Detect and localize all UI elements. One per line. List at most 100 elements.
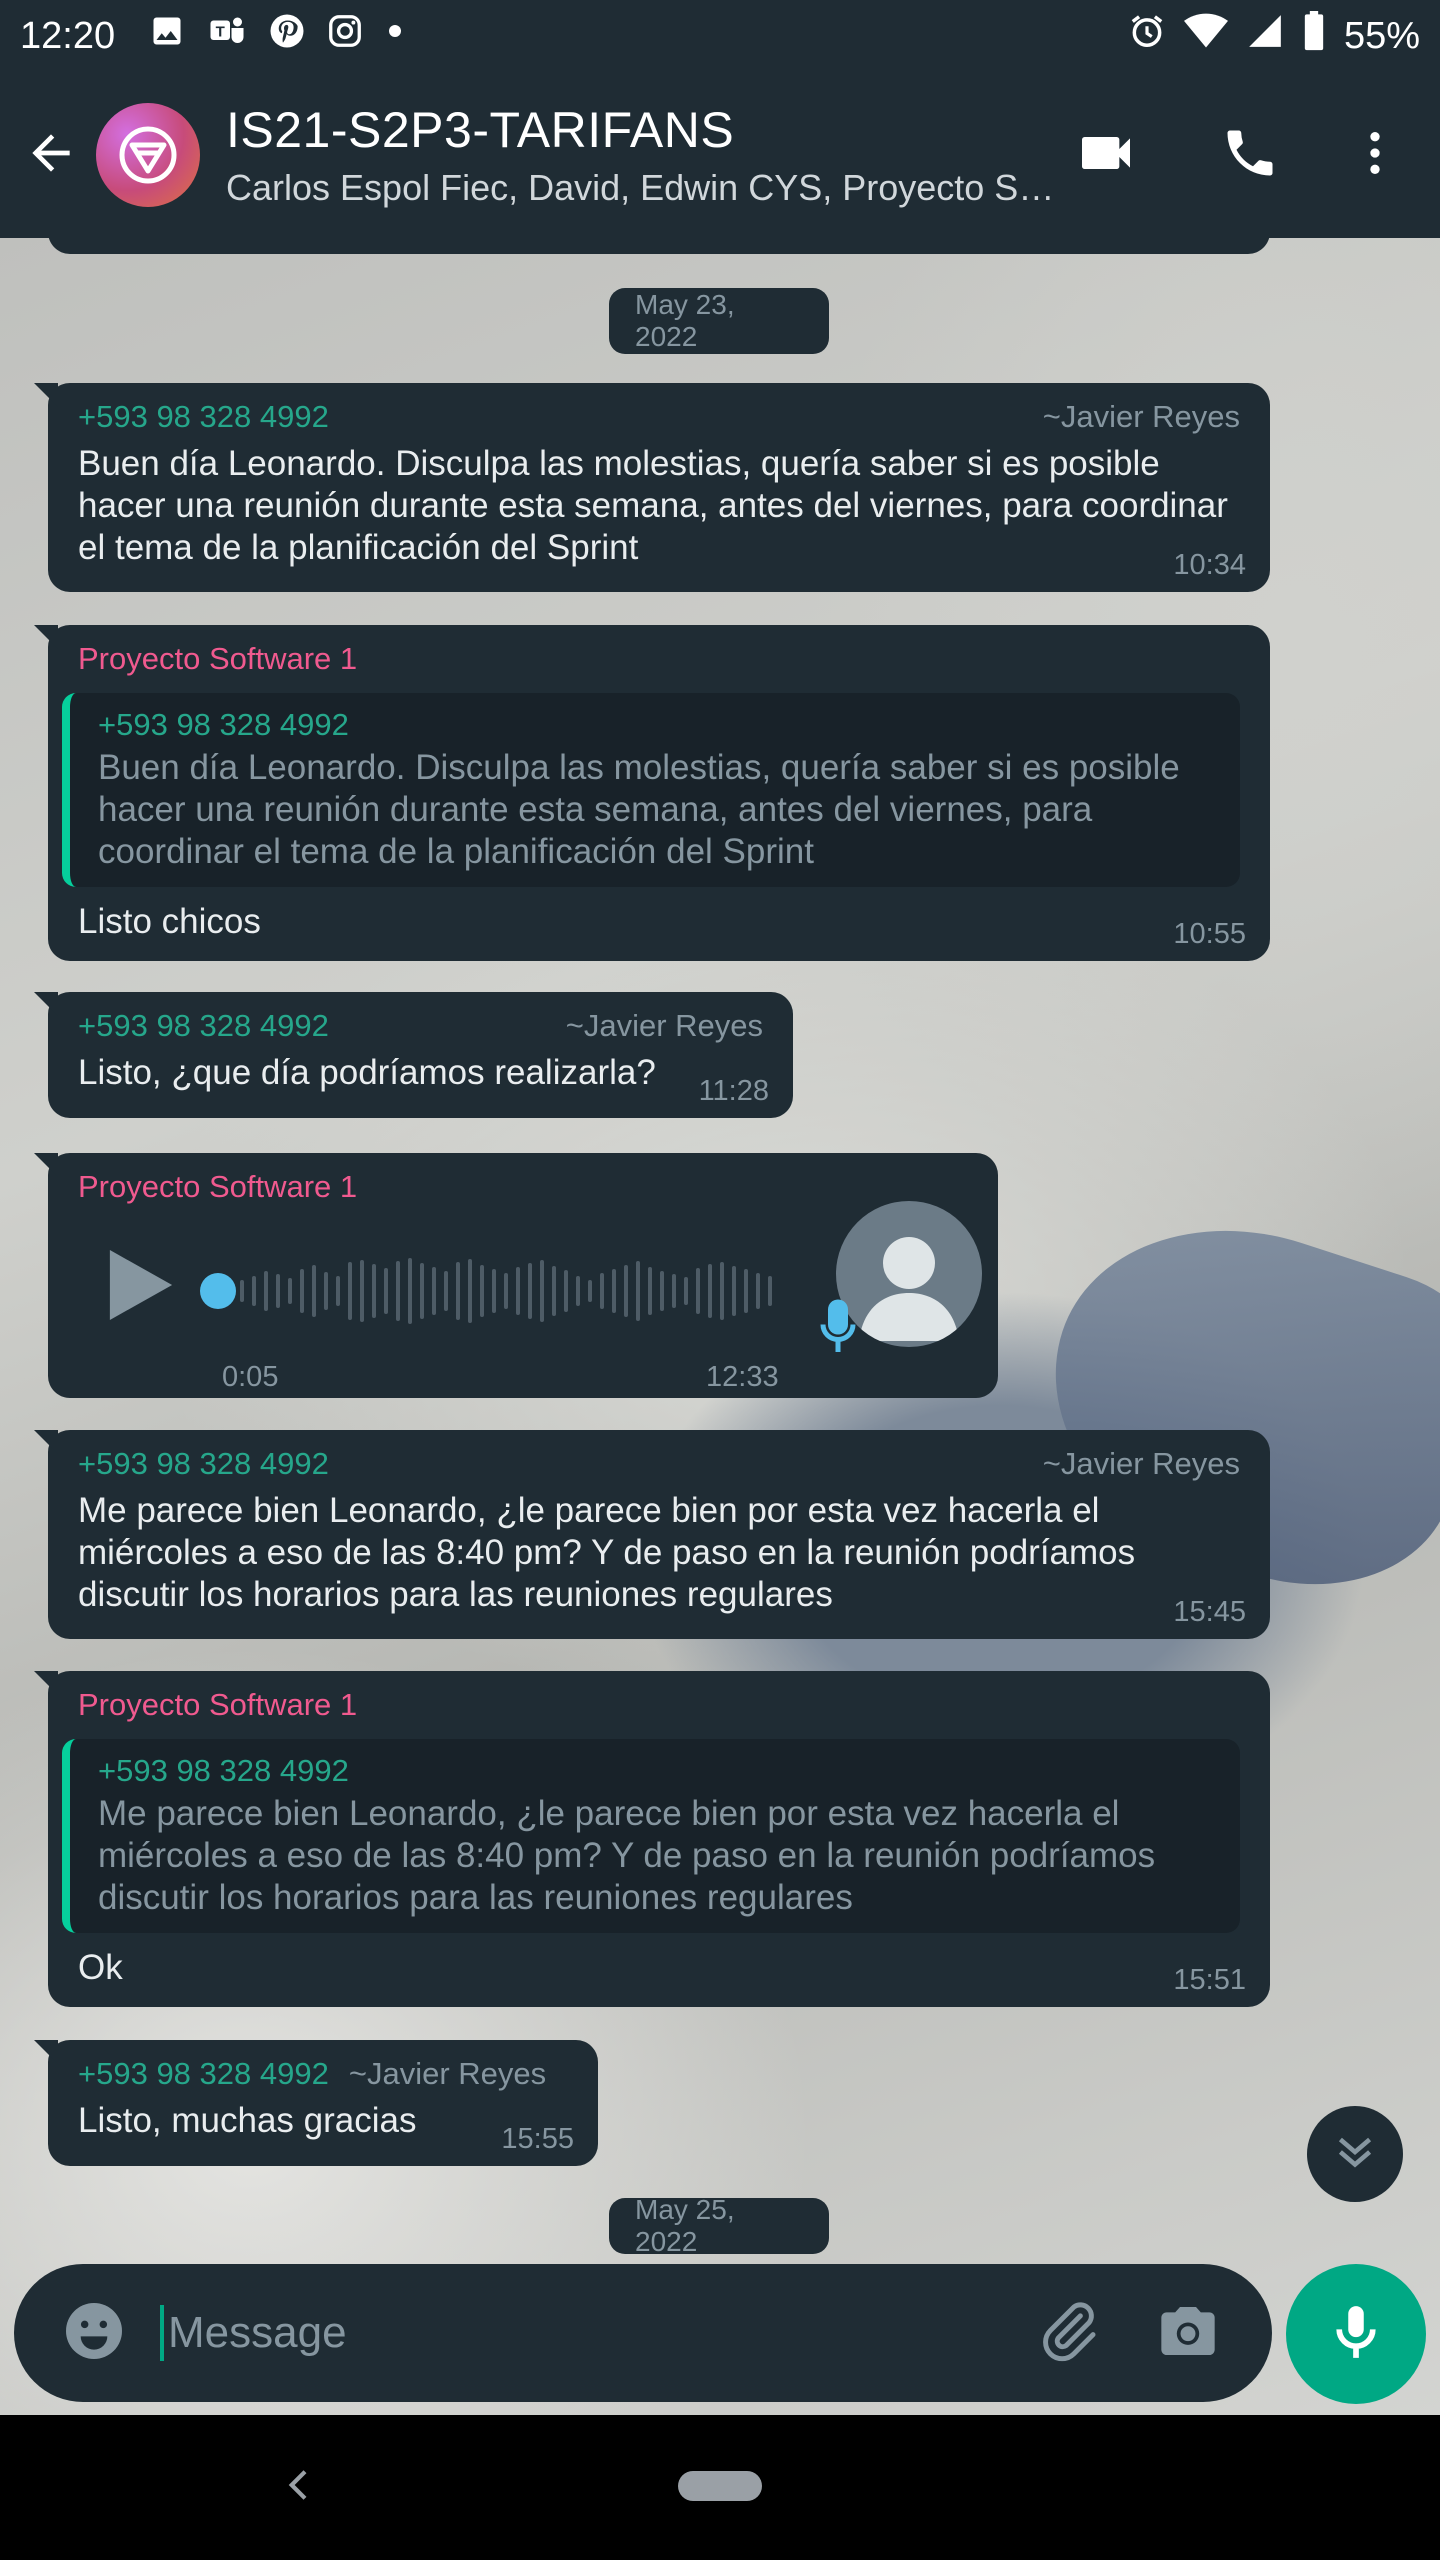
message-bubble[interactable]: +593 98 328 4992 ~Javier Reyes Me parece… xyxy=(34,1430,1270,1639)
waveform-bar xyxy=(540,1260,544,1322)
waveform-bar xyxy=(600,1273,604,1309)
chat-title-block[interactable]: IS21-S2P3-TARIFANS Carlos Espol Fiec, Da… xyxy=(226,101,1056,209)
sender-phone[interactable]: +593 98 328 4992 xyxy=(78,399,329,435)
message-composer xyxy=(14,2264,1272,2402)
playback-position-dot[interactable] xyxy=(200,1273,236,1309)
voice-call-icon xyxy=(1220,123,1280,188)
waveform-bar xyxy=(372,1264,376,1318)
message-bubble[interactable]: Proyecto Software 1 +593 98 328 4992 Bue… xyxy=(34,625,1270,961)
message-text: Me parece bien Leonardo, ¿le parece bien… xyxy=(78,1491,1136,1614)
teams-icon: T xyxy=(207,13,247,59)
waveform-bar xyxy=(468,1259,472,1323)
nav-home-pill[interactable] xyxy=(678,2471,762,2501)
svg-text:T: T xyxy=(216,23,225,40)
voice-call-button[interactable] xyxy=(1210,72,1290,238)
message-bubble[interactable]: +593 98 328 4992 ~Javier Reyes Listo, ¿q… xyxy=(34,992,793,1118)
sender-name[interactable]: Proyecto Software 1 xyxy=(78,1687,1240,1723)
waveform-bar xyxy=(720,1262,724,1320)
group-avatar[interactable] xyxy=(96,103,200,207)
waveform-bar xyxy=(564,1270,568,1312)
instagram-icon xyxy=(327,13,363,59)
scroll-to-bottom-button[interactable] xyxy=(1307,2106,1403,2202)
chat-messages-area[interactable]: May 23, 2022 +593 98 328 4992 ~Javier Re… xyxy=(0,238,1440,2415)
waveform-bar xyxy=(624,1265,628,1317)
sender-name: ~Javier Reyes xyxy=(348,2056,547,2091)
play-icon xyxy=(106,1250,176,1329)
gallery-icon xyxy=(149,13,185,59)
system-status: 55% xyxy=(1128,11,1420,61)
camera-button[interactable] xyxy=(1148,2293,1228,2373)
mic-indicator-icon xyxy=(818,1297,858,1362)
dot-icon xyxy=(385,13,405,59)
camera-icon xyxy=(1156,2299,1220,2368)
sender-phone[interactable]: +593 98 328 4992 xyxy=(78,1446,329,1482)
chat-title: IS21-S2P3-TARIFANS xyxy=(226,102,735,158)
voice-record-button[interactable] xyxy=(1286,2264,1426,2404)
message-bubble[interactable]: +593 98 328 4992 ~Javier Reyes Buen día … xyxy=(34,383,1270,592)
sender-name[interactable]: Proyecto Software 1 xyxy=(78,1169,968,1205)
waveform-bar xyxy=(768,1276,772,1306)
nav-back-button[interactable] xyxy=(270,2457,330,2517)
waveform-graphic xyxy=(200,1258,772,1324)
play-button[interactable] xyxy=(106,1245,176,1330)
date-chip: May 25, 2022 xyxy=(609,2194,829,2257)
message-time: 11:28 xyxy=(698,1075,769,1107)
waveform-bar xyxy=(360,1260,364,1322)
emoji-button[interactable] xyxy=(56,2295,132,2371)
waveform-bar xyxy=(576,1276,580,1306)
waveform-bar xyxy=(456,1262,460,1320)
date-chip-label: May 23, 2022 xyxy=(635,289,735,352)
message-text: Buen día Leonardo. Disculpa las molestia… xyxy=(78,444,1228,567)
waveform-bar xyxy=(528,1263,532,1319)
quoted-text: Me parece bien Leonardo, ¿le parece bien… xyxy=(98,1794,1156,1917)
message-input[interactable] xyxy=(160,2305,1000,2361)
video-call-button[interactable] xyxy=(1066,72,1146,238)
waveform-bar xyxy=(492,1269,496,1313)
waveform-bar xyxy=(300,1269,304,1313)
sender-phone[interactable]: +593 98 328 4992 xyxy=(78,2056,329,2092)
sender-phone[interactable]: +593 98 328 4992 xyxy=(78,1008,329,1044)
wifi-icon xyxy=(1183,12,1228,60)
waveform-bar xyxy=(420,1263,424,1319)
waveform-bar xyxy=(444,1271,448,1311)
sender-name[interactable]: Proyecto Software 1 xyxy=(78,641,1240,677)
pinterest-icon xyxy=(269,13,305,59)
message-text: Listo chicos xyxy=(78,902,261,941)
waveform-bar xyxy=(696,1268,700,1314)
message-bubble[interactable]: +593 98 328 4992 ~Javier Reyes Listo, mu… xyxy=(34,2040,598,2166)
waveform-bar xyxy=(312,1265,316,1317)
signal-icon xyxy=(1246,12,1284,60)
sender-name: ~Javier Reyes xyxy=(565,1008,763,1043)
paperclip-icon xyxy=(1035,2298,1101,2369)
voice-message-bubble[interactable]: Proyecto Software 1 0:05 12:33 xyxy=(34,1153,998,1398)
waveform-bar xyxy=(264,1271,268,1311)
previous-message-bubble[interactable] xyxy=(48,238,1270,254)
quoted-message[interactable]: +593 98 328 4992 Buen día Leonardo. Disc… xyxy=(62,693,1240,887)
quoted-message[interactable]: +593 98 328 4992 Me parece bien Leonardo… xyxy=(62,1739,1240,1933)
message-time: 15:51 xyxy=(1173,1964,1246,1996)
status-time: 12:20 xyxy=(20,14,116,57)
group-logo-icon xyxy=(119,126,177,184)
more-options-button[interactable] xyxy=(1340,72,1410,238)
voice-waveform[interactable] xyxy=(200,1251,830,1331)
attach-button[interactable] xyxy=(1028,2293,1108,2373)
waveform-bar xyxy=(288,1278,292,1304)
voice-duration: 0:05 xyxy=(222,1361,279,1393)
waveform-bar xyxy=(240,1280,244,1302)
status-bar: 12:20 T 55% xyxy=(0,0,1440,72)
message-time: 15:45 xyxy=(1173,1596,1246,1628)
waveform-bar xyxy=(660,1271,664,1311)
message-bubble[interactable]: Proyecto Software 1 +593 98 328 4992 Me … xyxy=(34,1671,1270,2007)
back-button[interactable] xyxy=(6,72,96,238)
message-text: Listo, ¿que día podríamos realizarla? xyxy=(78,1053,656,1092)
notification-icons: T xyxy=(149,13,405,59)
quoted-sender-phone: +593 98 328 4992 xyxy=(98,707,349,742)
chevron-left-icon xyxy=(280,2465,320,2510)
waveform-bar xyxy=(612,1269,616,1313)
waveform-bar xyxy=(744,1269,748,1313)
chat-participants: Carlos Espol Fiec, David, Edwin CYS, Pro… xyxy=(226,167,1056,208)
message-time: 10:34 xyxy=(1173,549,1246,581)
quoted-sender-phone: +593 98 328 4992 xyxy=(98,1753,349,1788)
more-options-icon xyxy=(1347,125,1403,186)
date-chip-label: May 25, 2022 xyxy=(635,2194,735,2257)
